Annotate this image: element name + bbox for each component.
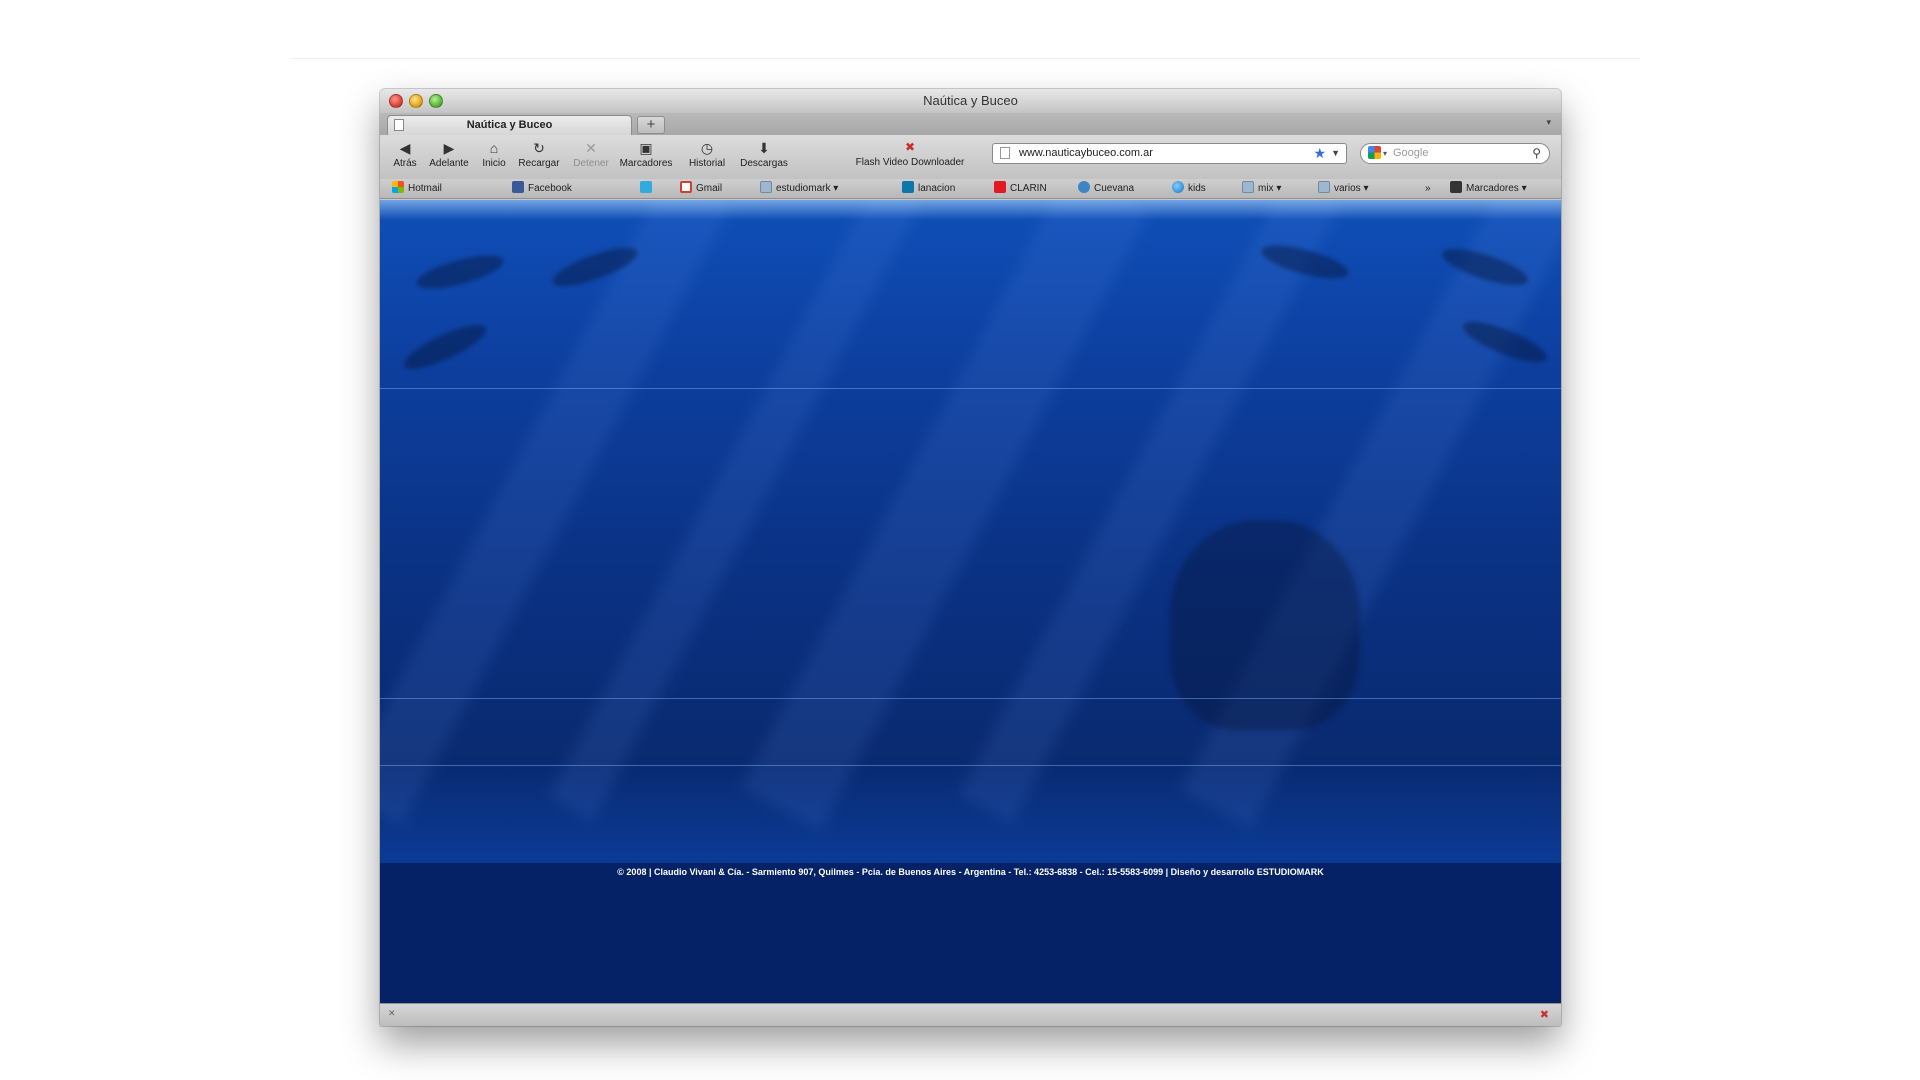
new-tab-button[interactable]: + bbox=[637, 116, 665, 134]
clarin-icon bbox=[994, 181, 1006, 193]
bookmark-clarin[interactable]: CLARIN bbox=[994, 181, 1047, 197]
hotmail-icon bbox=[392, 181, 404, 193]
folder-icon bbox=[760, 181, 772, 193]
web-page-content: © 2008 | Claudio Vivani & Cía. - Sarmien… bbox=[380, 200, 1561, 1003]
title-bar: Naútica y Buceo bbox=[380, 89, 1561, 113]
content-divider bbox=[380, 765, 1561, 766]
minimize-window-button[interactable] bbox=[409, 94, 423, 108]
home-button[interactable]: ⌂ Inicio bbox=[469, 139, 519, 171]
content-divider bbox=[380, 388, 1561, 389]
folder-icon bbox=[1242, 181, 1254, 193]
diver-silhouette bbox=[413, 248, 507, 296]
forward-button[interactable]: ▶ Adelante bbox=[424, 139, 474, 171]
footer-credits: © 2008 | Claudio Vivani & Cía. - Sarmien… bbox=[617, 867, 1324, 877]
tab-bar: Naútica y Buceo + ▾ bbox=[380, 113, 1561, 135]
page-divider bbox=[290, 58, 1640, 59]
browser-window: Naútica y Buceo Naútica y Buceo + ▾ ◀ At… bbox=[380, 89, 1561, 1026]
bookmark-facebook[interactable]: Facebook bbox=[512, 181, 572, 197]
flash-video-downloader-button[interactable]: ✖ Flash Video Downloader bbox=[835, 137, 985, 168]
page-icon bbox=[1000, 147, 1010, 159]
download-icon: ⬇ bbox=[758, 140, 770, 156]
bookmark-star-icon[interactable]: ★ bbox=[1313, 144, 1326, 163]
bookmark-cuevana[interactable]: Cuevana bbox=[1078, 181, 1134, 197]
search-engine-dropdown-icon[interactable]: ▾ bbox=[1383, 144, 1387, 163]
window-title: Naútica y Buceo bbox=[923, 93, 1018, 108]
close-window-button[interactable] bbox=[389, 94, 403, 108]
google-icon[interactable] bbox=[1368, 146, 1381, 159]
footer-panel bbox=[380, 863, 1561, 1003]
cuevana-icon bbox=[1078, 181, 1090, 193]
gmail-icon bbox=[680, 181, 692, 193]
reload-icon: ↻ bbox=[533, 140, 545, 156]
bookmarks-icon bbox=[1450, 181, 1462, 193]
search-icon[interactable]: ⚲ bbox=[1532, 144, 1541, 163]
flash-status-icon[interactable]: ✖ bbox=[1540, 1008, 1549, 1021]
downloads-button[interactable]: ⬇ Descargas bbox=[736, 139, 792, 171]
page-icon bbox=[394, 119, 404, 131]
reload-button[interactable]: ↻ Recargar bbox=[514, 139, 564, 171]
bookmark-folder-mix[interactable]: mix ▾ bbox=[1242, 181, 1281, 197]
address-bar[interactable]: www.nauticaybuceo.com.ar ★ ▼ bbox=[992, 143, 1347, 164]
globe-icon bbox=[1172, 181, 1184, 193]
diver-silhouette bbox=[399, 317, 491, 377]
bookmark-hotmail[interactable]: Hotmail bbox=[392, 181, 442, 197]
forward-icon: ▶ bbox=[443, 140, 455, 156]
bookmarks-overflow-chevron[interactable]: » bbox=[1425, 181, 1431, 197]
light-ray bbox=[740, 200, 1150, 831]
facebook-icon bbox=[512, 181, 524, 193]
close-findbar-icon[interactable]: ✕ bbox=[388, 1008, 396, 1019]
bookmarks-menu[interactable]: Marcadores ▾ bbox=[1450, 181, 1527, 197]
stop-icon: ✕ bbox=[585, 140, 597, 156]
twitter-icon bbox=[640, 181, 652, 193]
light-ray bbox=[380, 200, 731, 826]
bookmarks-button[interactable]: ▣ Marcadores bbox=[617, 139, 675, 171]
url-history-dropdown-icon[interactable]: ▼ bbox=[1331, 144, 1340, 163]
url-text: www.nauticaybuceo.com.ar bbox=[1019, 147, 1153, 159]
back-button[interactable]: ◀ Atrás bbox=[380, 139, 430, 171]
bookmark-gmail[interactable]: Gmail bbox=[680, 181, 722, 197]
history-button[interactable]: ◷ Historial bbox=[682, 139, 732, 171]
bookmark-lanacion[interactable]: lanacion bbox=[902, 181, 955, 197]
tab-title: Naútica y Buceo bbox=[466, 119, 553, 131]
history-icon: ◷ bbox=[700, 140, 714, 156]
navigation-toolbar: ◀ Atrás ▶ Adelante ⌂ Inicio ↻ Recargar ✕… bbox=[380, 135, 1561, 179]
folder-icon bbox=[1318, 181, 1330, 193]
status-bar: ✕ ✖ bbox=[380, 1003, 1561, 1026]
bookmark-twitter[interactable] bbox=[640, 181, 656, 197]
bookmark-folder-estudiomark[interactable]: estudiomark ▾ bbox=[760, 181, 838, 197]
flash-downloader-icon: ✖ bbox=[904, 140, 916, 154]
bookmark-folder-varios[interactable]: varios ▾ bbox=[1318, 181, 1368, 197]
content-divider bbox=[380, 698, 1561, 699]
bookmarks-bar: Hotmail Facebook Gmail estudiomark ▾ lan… bbox=[380, 179, 1561, 199]
water-surface bbox=[380, 200, 1561, 220]
home-icon: ⌂ bbox=[489, 140, 499, 156]
zoom-window-button[interactable] bbox=[429, 94, 443, 108]
stop-button[interactable]: ✕ Detener bbox=[566, 139, 616, 171]
linkedin-icon bbox=[902, 181, 914, 193]
tab-active[interactable]: Naútica y Buceo bbox=[387, 115, 632, 135]
bookmark-kids[interactable]: kids bbox=[1172, 181, 1206, 197]
tabs-menu-icon[interactable]: ▾ bbox=[1546, 117, 1551, 128]
bookmarks-icon: ▣ bbox=[639, 140, 653, 156]
search-placeholder: Google bbox=[1393, 147, 1429, 159]
search-box[interactable]: ▾ Google ⚲ bbox=[1360, 143, 1550, 164]
back-icon: ◀ bbox=[399, 140, 411, 156]
